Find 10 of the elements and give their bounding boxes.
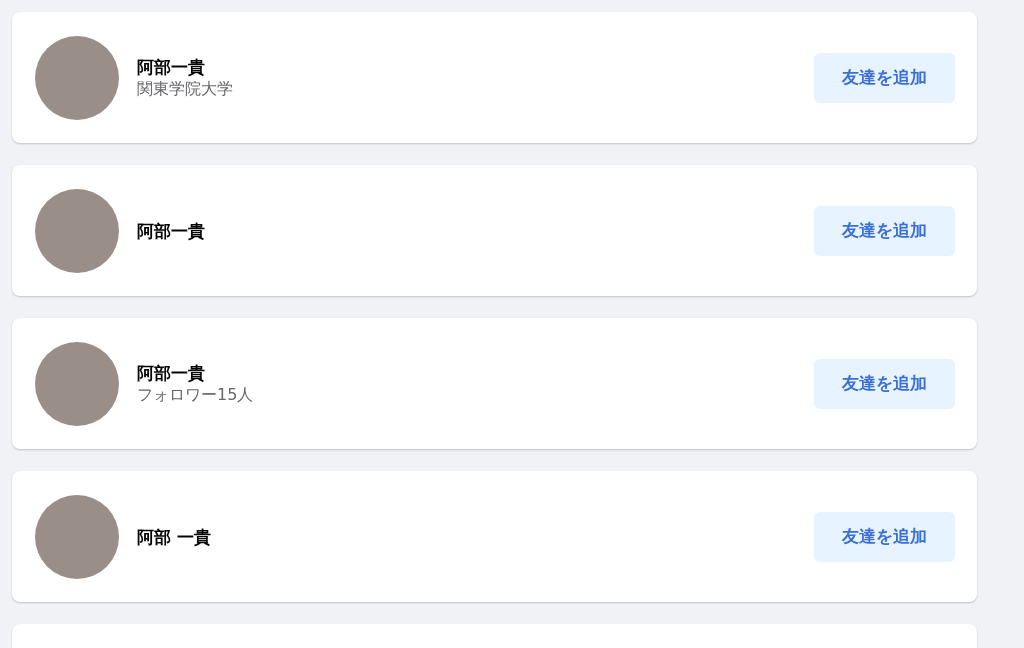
person-name[interactable]: 阿部 一貴 [137, 525, 814, 548]
person-name[interactable]: 阿部一貴 [137, 219, 814, 242]
person-subtitle: 関東学院大学 [137, 77, 234, 100]
add-friend-button[interactable]: 友達を追加 [814, 52, 955, 103]
add-friend-button[interactable]: 友達を追加 [814, 205, 955, 256]
person-name[interactable]: 阿部一貴 [137, 55, 814, 78]
add-friend-button[interactable]: 友達を追加 [814, 511, 955, 562]
person-subtitle: フォロワー15人 [137, 383, 255, 406]
add-friend-button[interactable]: 友達を追加 [814, 358, 955, 409]
person-name[interactable]: 阿部一貴 [137, 361, 814, 384]
